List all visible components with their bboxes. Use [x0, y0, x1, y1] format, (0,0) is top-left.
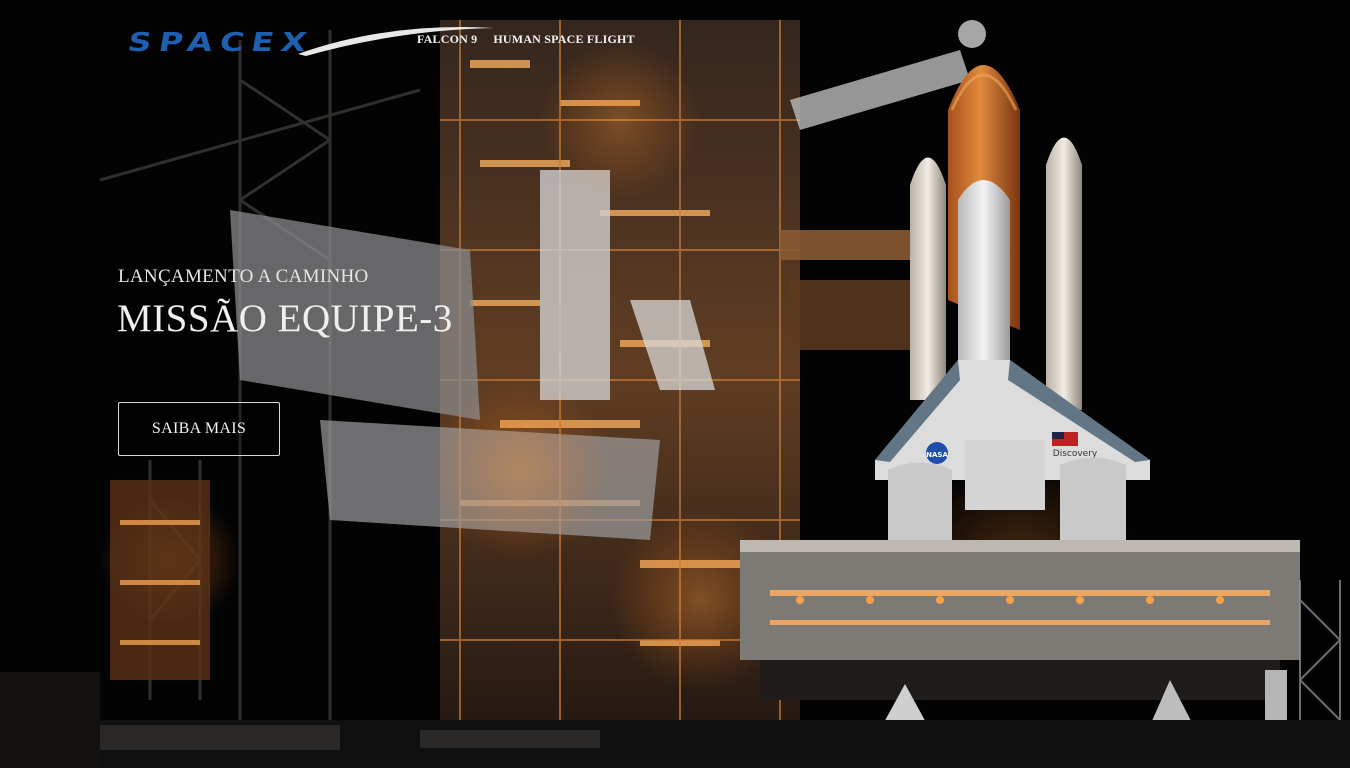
nav-link-human-space-flight[interactable]: HUMAN SPACE FLIGHT — [493, 32, 634, 47]
launch-pad-background-image: NASA Discovery — [0, 0, 1350, 768]
hero-eyebrow: LANÇAMENTO A CAMINHO — [118, 266, 369, 287]
svg-text:NASA: NASA — [926, 451, 948, 459]
hero-title: MISSÃO EQUIPE-3 — [117, 297, 453, 340]
spacex-logo[interactable]: SPACEX — [125, 24, 494, 60]
hero-section: NASA Discovery SPACEX FALCON 9 HUMAN SPA… — [0, 0, 1350, 768]
main-nav: FALCON 9 HUMAN SPACE FLIGHT — [417, 32, 635, 47]
learn-more-button[interactable]: SAIBA MAIS — [118, 402, 280, 456]
svg-text:Discovery: Discovery — [1053, 449, 1098, 459]
nav-link-falcon-9[interactable]: FALCON 9 — [417, 32, 477, 47]
